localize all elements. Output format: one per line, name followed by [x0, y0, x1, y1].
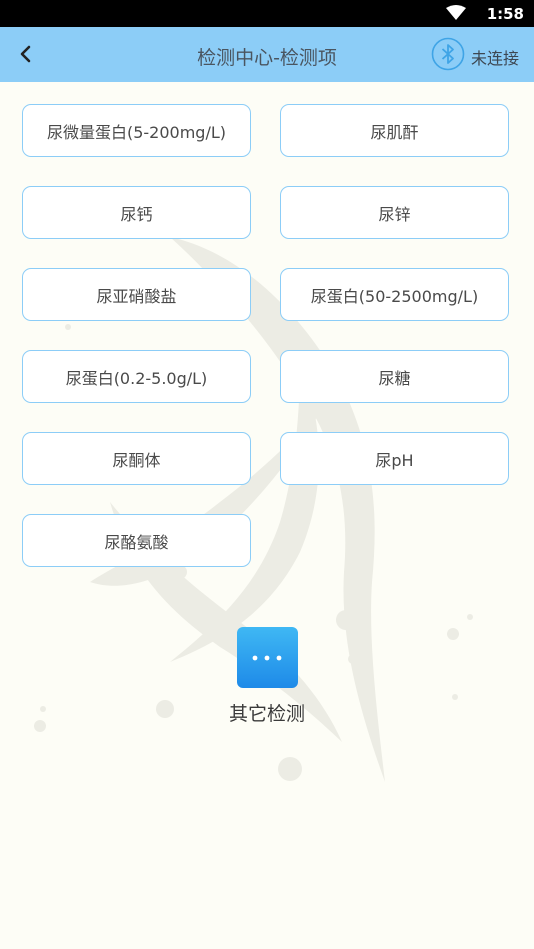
- bluetooth-icon[interactable]: [431, 37, 465, 71]
- test-item-urine-calcium[interactable]: 尿钙: [22, 186, 251, 239]
- test-item-urine-nitrite[interactable]: 尿亚硝酸盐: [22, 268, 251, 321]
- bluetooth-status[interactable]: 未连接: [471, 45, 519, 69]
- test-item-urine-tyrosine[interactable]: 尿酪氨酸: [22, 514, 251, 567]
- other-tests-button[interactable]: 其它检测: [227, 627, 307, 726]
- test-item-urine-protein-high[interactable]: 尿蛋白(50-2500mg/L): [280, 268, 509, 321]
- test-item-urine-glucose[interactable]: 尿糖: [280, 350, 509, 403]
- test-item-urine-zinc[interactable]: 尿锌: [280, 186, 509, 239]
- other-tests-label: 其它检测: [228, 703, 305, 725]
- wifi-icon: [446, 5, 466, 25]
- test-item-urine-microalbumin[interactable]: 尿微量蛋白(5-200mg/L): [22, 104, 251, 157]
- more-dots-icon[interactable]: [236, 627, 298, 688]
- status-bar: 1:58: [0, 0, 534, 27]
- test-item-urine-creatinine[interactable]: 尿肌酐: [280, 104, 509, 157]
- app-bar: 检测中心-检测项 未连接: [0, 27, 534, 82]
- status-time: 1:58: [486, 5, 524, 23]
- test-item-urine-ketone[interactable]: 尿酮体: [22, 432, 251, 485]
- test-item-urine-ph[interactable]: 尿pH: [280, 432, 509, 485]
- test-item-urine-protein-low[interactable]: 尿蛋白(0.2-5.0g/L): [22, 350, 251, 403]
